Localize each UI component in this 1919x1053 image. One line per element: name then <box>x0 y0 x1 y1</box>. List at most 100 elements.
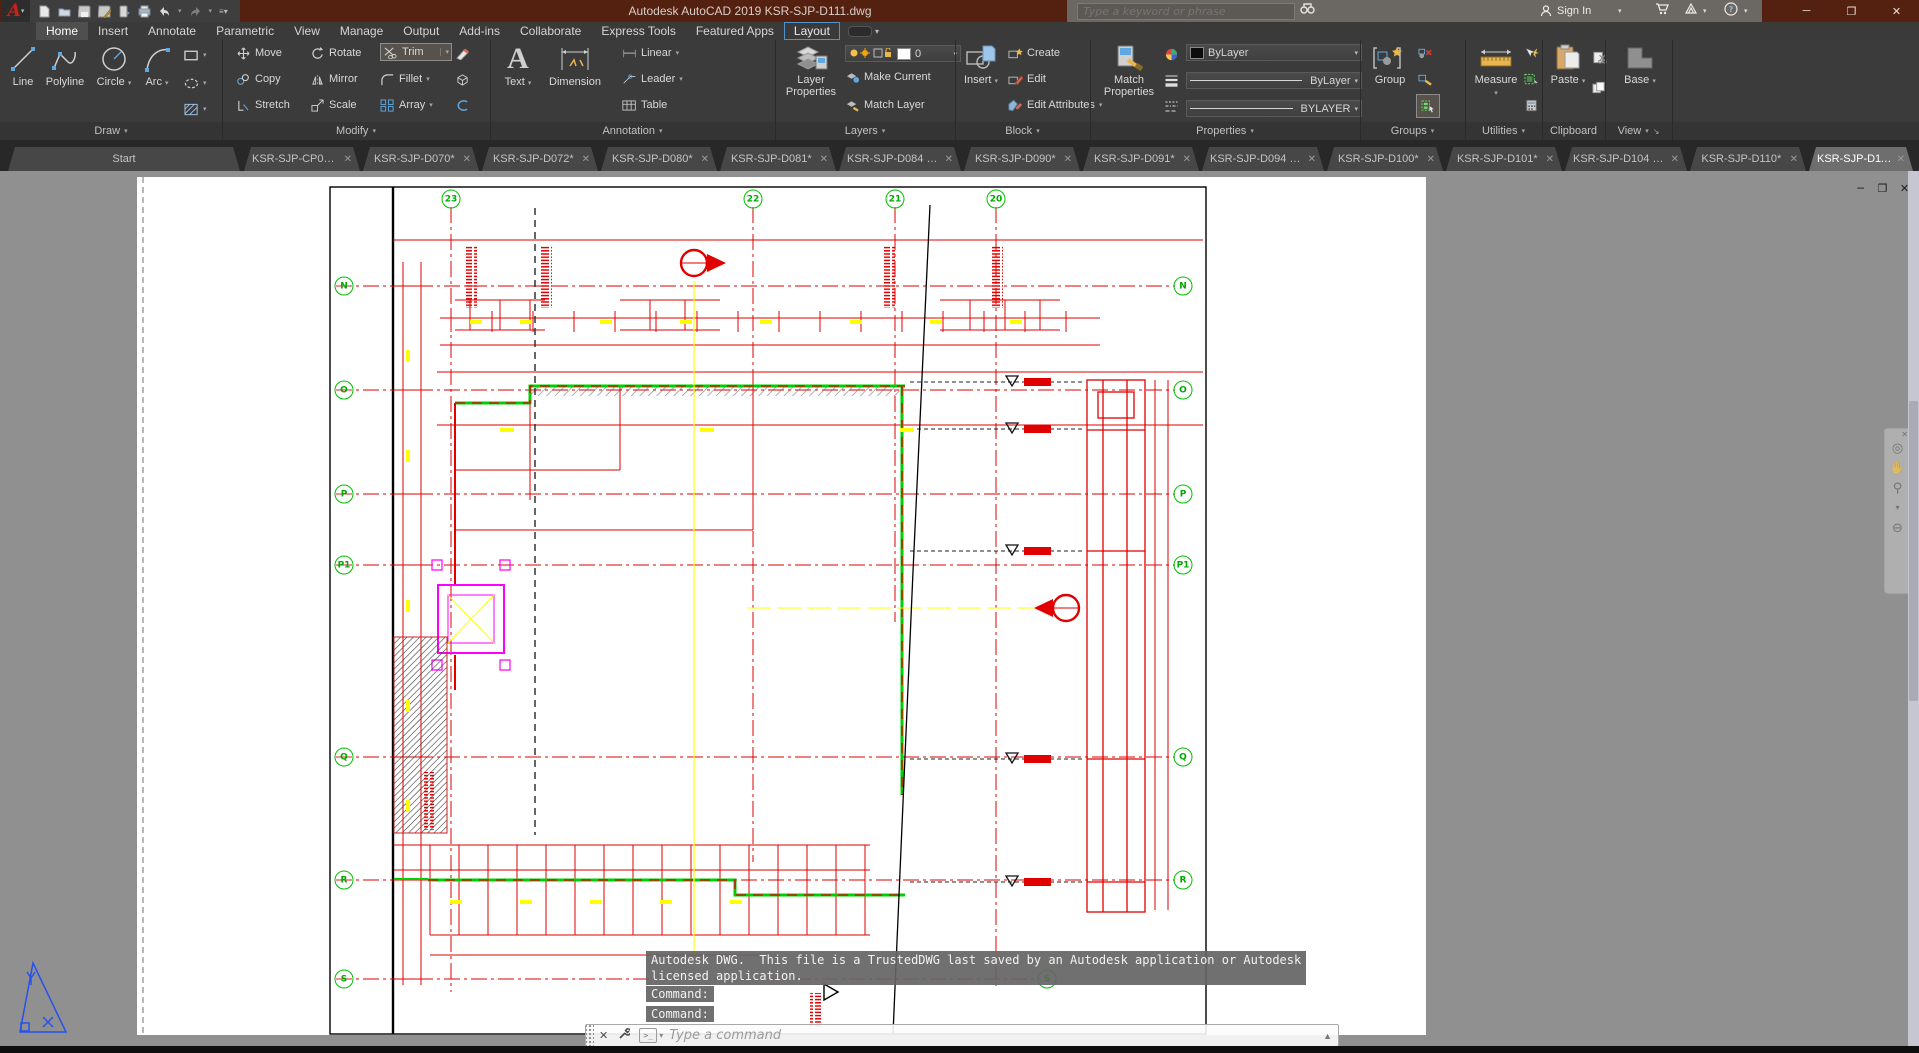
quick-calculator-icon[interactable] <box>1524 96 1539 114</box>
signin-dropdown-icon[interactable]: ▾ <box>1618 7 1622 15</box>
vertical-scrollbar[interactable] <box>1908 171 1919 1046</box>
group-button[interactable]: Group <box>1368 44 1412 86</box>
tab-close-icon[interactable]: ✕ <box>1671 154 1679 165</box>
pan-hand-icon[interactable]: ✋ <box>1889 461 1905 474</box>
command-line-bar[interactable]: ✕ >_ ▾ ▲ <box>585 1024 1339 1047</box>
file-tab[interactable]: KSR-SJP-D110* ✕ <box>1690 147 1806 171</box>
match-properties-button[interactable]: Match Properties <box>1098 44 1160 98</box>
object-color-dropdown[interactable]: ByLayer▾ <box>1186 44 1362 61</box>
rectangle-tool-icon[interactable]: ▾ <box>184 46 207 64</box>
sign-in-label[interactable]: Sign In <box>1557 5 1591 17</box>
color-wheel-icon[interactable] <box>1164 45 1179 63</box>
app-store-cart-icon[interactable] <box>1655 2 1669 18</box>
file-tab[interactable]: KSR-SJP-D104 D2* ✕ <box>1565 147 1687 171</box>
recent-commands-dropdown-icon[interactable]: ▾ <box>659 1031 663 1040</box>
restore-button[interactable]: ❐ <box>1829 0 1874 22</box>
new-file-icon[interactable] <box>38 5 51 18</box>
layer-dropdown[interactable]: 0▾ <box>845 45 961 62</box>
dimension-button[interactable]: Dimension <box>542 44 608 88</box>
close-button[interactable]: ✕ <box>1874 0 1919 22</box>
ribbon-tab[interactable]: Featured Apps <box>686 22 784 40</box>
customize-wrench-icon[interactable] <box>613 1028 635 1043</box>
lineweight-icon[interactable] <box>1164 71 1179 89</box>
tab-close-icon[interactable]: ✕ <box>1183 154 1191 165</box>
match-layer-button[interactable]: Match Layer <box>845 96 925 114</box>
save-icon[interactable] <box>78 5 91 18</box>
view-panel-label[interactable]: View▾↘ <box>1605 122 1672 140</box>
clipboard-panel-label[interactable]: Clipboard <box>1542 122 1605 140</box>
linear-dimension-button[interactable]: Linear▾ <box>622 44 679 62</box>
help-dropdown-icon[interactable]: ▾ <box>1744 7 1748 15</box>
save-as-icon[interactable] <box>98 5 111 18</box>
command-bar-grip[interactable] <box>586 1025 594 1046</box>
insert-button[interactable]: Insert ▾ <box>960 44 1002 88</box>
ribbon-tab[interactable]: Manage <box>330 22 393 40</box>
polyline-button[interactable]: Polyline <box>42 44 88 88</box>
viewport-minimize-button[interactable]: ─ <box>1854 182 1867 194</box>
ribbon-tab[interactable]: Express Tools <box>591 22 685 40</box>
file-tab[interactable]: Start <box>8 147 240 171</box>
lineweight-dropdown[interactable]: ByLayer▾ <box>1186 72 1362 89</box>
qat-customize-icon[interactable]: ≡▾ <box>219 7 228 16</box>
properties-panel-label[interactable]: Properties▾ <box>1090 122 1360 140</box>
file-tab[interactable]: KSR-SJP-D091* ✕ <box>1083 147 1199 171</box>
ribbon-tab[interactable]: View <box>284 22 330 40</box>
layer-properties-button[interactable]: Layer Properties <box>782 44 840 98</box>
join-icon[interactable] <box>455 96 470 114</box>
ribbon-tab[interactable]: Home <box>36 22 88 40</box>
scale-button[interactable]: Scale <box>310 96 357 114</box>
tab-close-icon[interactable]: ✕ <box>1546 154 1554 165</box>
arc-button[interactable]: Arc ▾ <box>140 44 174 90</box>
rotate-button[interactable]: Rotate <box>310 44 361 62</box>
file-tab[interactable]: KSR-SJP-D081* ✕ <box>720 147 836 171</box>
ungroup-icon[interactable] <box>1418 44 1433 62</box>
file-tab[interactable]: KSR-SJP-CP084* ✕ <box>244 147 360 171</box>
zoom-extents-icon[interactable]: ⚲ <box>1893 481 1903 494</box>
table-button[interactable]: Table <box>622 96 667 114</box>
tab-close-icon[interactable]: ✕ <box>344 154 352 165</box>
file-tab[interactable]: KSR-SJP-D072* ✕ <box>482 147 598 171</box>
move-button[interactable]: Move <box>236 44 282 62</box>
command-history-up-icon[interactable]: ▲ <box>1317 1031 1338 1041</box>
tab-close-icon[interactable]: ✕ <box>1790 154 1798 165</box>
hatch-tool-icon[interactable]: ▾ <box>184 100 207 118</box>
utilities-panel-label[interactable]: Utilities▾ <box>1465 122 1542 140</box>
app-dropdown-icon[interactable]: ▾ <box>1703 7 1707 15</box>
minimize-button[interactable]: ─ <box>1784 0 1829 22</box>
tab-close-icon[interactable]: ✕ <box>1308 154 1316 165</box>
search-input[interactable] <box>1078 5 1294 18</box>
file-tab[interactable]: KSR-SJP-D094 D3* ✕ <box>1202 147 1324 171</box>
print-icon[interactable] <box>138 5 151 18</box>
command-close-icon[interactable]: ✕ <box>594 1029 613 1042</box>
steering-wheel-icon[interactable]: ◎ <box>1892 441 1903 454</box>
undo-icon[interactable] <box>158 5 171 18</box>
tab-close-icon[interactable]: ✕ <box>701 154 709 165</box>
tab-close-icon[interactable]: ✕ <box>1064 154 1072 165</box>
help-icon[interactable]: ? <box>1724 2 1738 19</box>
create-block-button[interactable]: Create <box>1008 44 1060 62</box>
tab-close-icon[interactable]: ✕ <box>820 154 828 165</box>
tab-close-icon[interactable]: ✕ <box>582 154 590 165</box>
sign-in-area[interactable]: Sign In <box>1540 0 1591 22</box>
fillet-button[interactable]: Fillet▾ <box>380 70 430 88</box>
tab-close-icon[interactable]: ✕ <box>1427 154 1435 165</box>
group-selection-toggle[interactable] <box>1416 94 1440 118</box>
redo-dropdown-icon[interactable]: ▾ <box>209 7 213 15</box>
line-button[interactable]: Line <box>6 44 40 88</box>
base-button[interactable]: Base ▾ <box>1618 44 1662 88</box>
ellipse-tool-icon[interactable]: ▾ <box>184 74 207 92</box>
explode-icon[interactable] <box>455 70 470 88</box>
open-folder-icon[interactable] <box>58 5 71 18</box>
command-input[interactable] <box>667 1027 1317 1044</box>
edit-attributes-button[interactable]: Edit Attributes▾ <box>1008 96 1102 114</box>
mirror-button[interactable]: Mirror <box>310 70 358 88</box>
undo-dropdown-icon[interactable]: ▾ <box>178 7 182 15</box>
groups-panel-label[interactable]: Groups▾ <box>1360 122 1465 140</box>
ribbon-tab[interactable]: Annotate <box>138 22 206 40</box>
annotation-panel-label[interactable]: Annotation▾ <box>490 122 775 140</box>
erase-icon[interactable] <box>455 44 470 62</box>
array-button[interactable]: Array▾ <box>380 96 433 114</box>
autodesk-app-icon[interactable] <box>1684 2 1698 18</box>
layers-panel-label[interactable]: Layers▾ <box>775 122 955 140</box>
tab-close-icon[interactable]: ✕ <box>945 154 953 165</box>
